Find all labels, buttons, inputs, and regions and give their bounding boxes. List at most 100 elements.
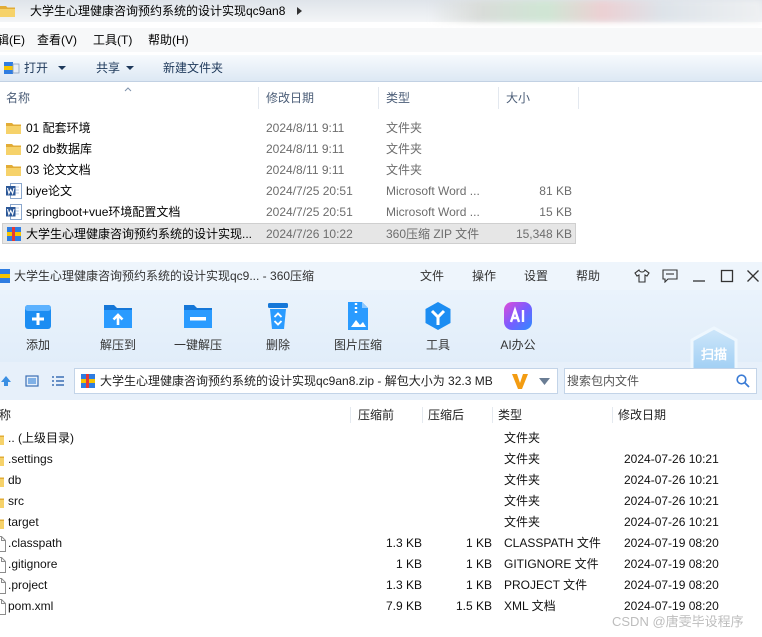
maximize-icon[interactable] <box>720 269 734 283</box>
explorer-title-bar: 大学生心理健康咨询预约系统的设计实现qc9an8 <box>0 0 762 22</box>
folder-icon <box>0 474 5 488</box>
message-icon[interactable] <box>662 269 678 284</box>
archiver-window: 大学生心理健康咨询预约系统的设计实现qc9... - 360压缩 文件 操作 设… <box>0 262 762 637</box>
menu-file[interactable]: 文件 <box>420 262 444 290</box>
minimize-icon[interactable] <box>692 269 706 283</box>
window-title: 大学生心理健康咨询预约系统的设计实现qc9an8 <box>30 4 286 18</box>
file-row[interactable]: biye论文 2024/7/25 20:51 Microsoft Word ... 8… <box>2 181 576 202</box>
column-divider[interactable] <box>612 407 613 423</box>
entry-name: pom.xml <box>8 599 54 613</box>
scan-label: 扫描 <box>700 347 727 362</box>
explorer-toolbar: 打开 共享 新建文件夹 <box>0 55 762 82</box>
column-compressed-size[interactable]: 压缩后 <box>428 404 464 426</box>
open-button[interactable]: 打开 <box>2 55 68 81</box>
chevron-down-icon <box>126 66 134 70</box>
share-button[interactable]: 共享 <box>92 55 136 81</box>
list-view-icon[interactable] <box>51 375 65 387</box>
file-row[interactable]: 大学生心理健康咨询预约系统的设计实现... 2024/7/26 10:22 360压… <box>2 223 576 244</box>
column-type[interactable]: 类型 <box>498 404 522 426</box>
entry-compressed-size: 1 KB <box>465 578 492 592</box>
ai-office-button[interactable]: AI办公 <box>478 290 558 362</box>
one-click-extract-button[interactable]: 一键解压 <box>158 290 238 362</box>
column-type[interactable]: 类型 <box>386 87 410 109</box>
image-compress-button[interactable]: 图片压缩 <box>318 290 398 362</box>
folder-icon <box>0 4 16 18</box>
column-modified[interactable]: 修改日期 <box>618 404 666 426</box>
column-modified[interactable]: 修改日期 <box>266 87 314 109</box>
column-divider[interactable] <box>350 407 351 423</box>
file-type: 文件夹 <box>386 142 423 156</box>
entry-type: 文件夹 <box>504 431 541 445</box>
search-icon[interactable] <box>736 374 750 388</box>
file-row[interactable]: 03 论文文档 2024/8/11 9:11 文件夹 <box>2 160 576 181</box>
column-original-size[interactable]: 压缩前 <box>358 404 394 426</box>
column-size[interactable]: 大小 <box>506 87 530 109</box>
file-icon <box>0 578 6 594</box>
folder-icon <box>0 495 5 509</box>
entry-modified: 2024-07-19 08:20 <box>624 557 719 571</box>
file-name: springboot+vue环境配置文档 <box>26 205 181 219</box>
archive-row[interactable]: target 文件夹 2024-07-26 10:21 <box>0 512 762 533</box>
column-divider[interactable] <box>422 407 423 423</box>
entry-type: XML 文档 <box>504 599 556 613</box>
menu-view[interactable]: 查看(V) <box>37 28 77 52</box>
archive-row[interactable]: db 文件夹 2024-07-26 10:21 <box>0 470 762 491</box>
entry-modified: 2024-07-19 08:20 <box>624 536 719 550</box>
ai-office-label: AI办公 <box>500 338 536 352</box>
path-dropdown-icon[interactable] <box>539 378 550 385</box>
archive-row[interactable]: .project 1.3 KB 1 KB PROJECT 文件 2024-07-19 0… <box>0 575 762 596</box>
archive-row[interactable]: .gitignore 1 KB 1 KB GITIGNORE 文件 2024-07-19… <box>0 554 762 575</box>
details-view-icon[interactable] <box>25 375 39 387</box>
breadcrumb-arrow-icon[interactable] <box>297 7 302 15</box>
entry-compressed-size: 1 KB <box>465 536 492 550</box>
entry-modified: 2024-07-26 10:21 <box>624 515 719 529</box>
menu-tools[interactable]: 工具(T) <box>93 28 132 52</box>
archive-row[interactable]: .. (上级目录) 文件夹 <box>0 428 762 449</box>
menu-operate[interactable]: 操作 <box>472 262 496 290</box>
up-folder-icon[interactable] <box>0 375 12 387</box>
file-size: 15 KB <box>539 205 572 219</box>
skin-shirt-icon[interactable] <box>634 269 650 283</box>
open-label: 打开 <box>24 61 49 75</box>
column-name[interactable]: 称 <box>0 404 11 426</box>
entry-type: 文件夹 <box>504 494 541 508</box>
entry-modified: 2024-07-19 08:20 <box>624 578 719 592</box>
add-button[interactable]: 添加 <box>0 290 78 362</box>
folder-icon <box>0 432 5 446</box>
add-icon <box>22 300 54 332</box>
file-name: 01 配套环境 <box>26 121 91 135</box>
blurred-desktop-background <box>430 0 762 22</box>
search-box <box>564 368 757 394</box>
menu-help[interactable]: 帮助 <box>576 262 600 290</box>
archive-row[interactable]: .classpath 1.3 KB 1 KB CLASSPATH 文件 2024-07-… <box>0 533 762 554</box>
menu-help[interactable]: 帮助(H) <box>148 28 189 52</box>
entry-name: .project <box>8 578 48 592</box>
column-divider[interactable] <box>258 87 259 109</box>
tools-icon <box>422 300 454 332</box>
tools-button[interactable]: 工具 <box>398 290 478 362</box>
file-row[interactable]: 02 db数据库 2024/8/11 9:11 文件夹 <box>2 139 576 160</box>
column-divider[interactable] <box>378 87 379 109</box>
app-logo-icon <box>0 269 10 283</box>
delete-button[interactable]: 删除 <box>238 290 318 362</box>
archive-row[interactable]: src 文件夹 2024-07-26 10:21 <box>0 491 762 512</box>
extract-to-button[interactable]: 解压到 <box>78 290 158 362</box>
archive-path-bar[interactable]: 大学生心理健康咨询预约系统的设计实现qc9an8.zip - 解包大小为 32.… <box>74 368 558 394</box>
entry-type: 文件夹 <box>504 452 541 466</box>
column-divider[interactable] <box>492 407 493 423</box>
file-row[interactable]: 01 配套环境 2024/8/11 9:11 文件夹 <box>2 118 576 139</box>
column-divider[interactable] <box>498 87 499 109</box>
new-folder-button[interactable]: 新建文件夹 <box>163 55 223 81</box>
file-name: biye论文 <box>26 184 73 198</box>
file-row[interactable]: springboot+vue环境配置文档 2024/7/25 20:51 Micro… <box>2 202 576 223</box>
file-name: 03 论文文档 <box>26 163 91 177</box>
archive-row[interactable]: .settings 文件夹 2024-07-26 10:21 <box>0 449 762 470</box>
close-icon[interactable] <box>746 269 760 283</box>
menu-edit[interactable]: 辑(E) <box>0 28 25 52</box>
search-input[interactable] <box>567 371 727 391</box>
column-name[interactable]: 名称 <box>6 87 30 109</box>
v-logo-icon[interactable] <box>511 373 529 390</box>
entry-original-size: 1 KB <box>395 557 422 571</box>
menu-settings[interactable]: 设置 <box>524 262 548 290</box>
column-divider[interactable] <box>578 87 579 109</box>
